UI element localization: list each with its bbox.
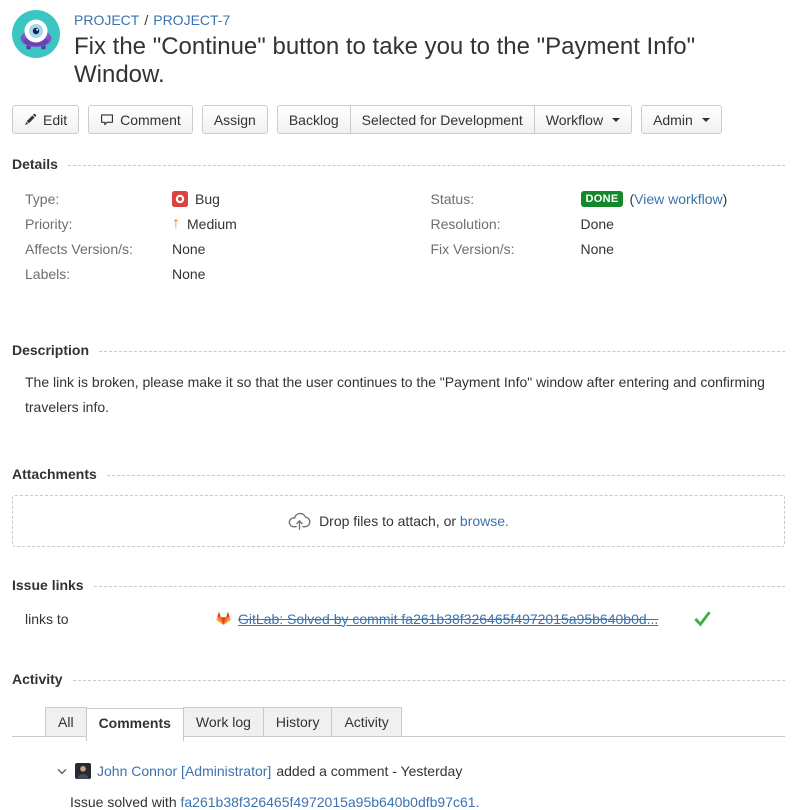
type-field: Type: Bug <box>12 186 399 211</box>
breadcrumb: PROJECT / PROJECT-7 <box>74 11 785 29</box>
pencil-icon <box>24 113 37 126</box>
type-value: Bug <box>195 191 220 207</box>
tab-history[interactable]: History <box>263 707 333 736</box>
status-field: Status: DONE (View workflow) <box>431 186 786 211</box>
fix-version-value: None <box>581 241 614 257</box>
comment-text: Issue solved with <box>70 794 177 810</box>
resolution-label: Resolution: <box>431 216 581 232</box>
description-heading: Description <box>12 342 89 358</box>
selected-for-development-label: Selected for Development <box>362 112 523 128</box>
fix-version-label: Fix Version/s: <box>431 241 581 257</box>
breadcrumb-separator: / <box>144 12 148 28</box>
details-heading: Details <box>12 156 58 172</box>
tab-all[interactable]: All <box>45 707 87 736</box>
caret-down-icon <box>612 118 620 122</box>
issue-header: PROJECT / PROJECT-7 Fix the "Continue" but… <box>0 0 797 89</box>
section-rule <box>94 586 785 587</box>
workflow-button-group: Backlog Selected for Development Workflo… <box>277 105 632 134</box>
bug-icon <box>172 191 188 207</box>
breadcrumb-project-link[interactable]: PROJECT <box>74 12 139 28</box>
assign-button[interactable]: Assign <box>202 105 268 134</box>
gitlab-icon <box>215 610 232 627</box>
comment-meta: added a comment - Yesterday <box>276 763 462 779</box>
workflow-dropdown-button[interactable]: Workflow <box>534 105 632 134</box>
comment-author-link[interactable]: John Connor [Administrator] <box>97 763 271 779</box>
tab-activity[interactable]: Activity <box>331 707 401 736</box>
admin-button-label: Admin <box>653 112 693 128</box>
description-section: Description The link is broken, please m… <box>12 342 785 420</box>
backlog-button-label: Backlog <box>289 112 339 128</box>
attachment-dropzone[interactable]: Drop files to attach, or browse. <box>12 495 785 547</box>
resolution-value: Done <box>581 216 614 232</box>
affects-version-value: None <box>172 241 205 257</box>
issue-links-section: Issue links links to GitLab: Solved by c… <box>12 577 785 627</box>
caret-down-icon <box>702 118 710 122</box>
commit-hash-link[interactable]: fa261b38f326465f4972015a95b640b0dfb97c61… <box>181 794 480 810</box>
paren-close: ) <box>723 191 728 207</box>
details-section: Details Type: Bug Priority: ↑ Medium <box>12 156 785 286</box>
attachments-section: Attachments Drop files to attach, or bro… <box>12 466 785 547</box>
attachments-heading: Attachments <box>12 466 97 482</box>
section-rule <box>107 475 785 476</box>
resolved-check-icon <box>694 610 711 627</box>
speech-bubble-icon <box>100 113 114 127</box>
activity-heading: Activity <box>12 671 63 687</box>
link-relation-label: links to <box>25 611 215 627</box>
description-text: The link is broken, please make it so th… <box>25 370 777 420</box>
comment-body: Issue solved with fa261b38f326465f497201… <box>70 794 773 810</box>
admin-dropdown-button[interactable]: Admin <box>641 105 722 134</box>
activity-tab-bar: All Comments Work log History Activity <box>12 707 785 737</box>
backlog-button[interactable]: Backlog <box>277 105 350 134</box>
status-badge: DONE <box>581 191 624 207</box>
issue-toolbar: Edit Comment Assign Backlog Selected for… <box>12 105 785 134</box>
affects-version-label: Affects Version/s: <box>12 241 172 257</box>
type-label: Type: <box>12 191 172 207</box>
issue-link-row: links to GitLab: Solved by commit fa261b… <box>12 610 785 627</box>
project-avatar-icon <box>12 10 60 58</box>
cloud-upload-icon <box>288 512 311 530</box>
activity-section: Activity All Comments Work log History A… <box>12 671 785 810</box>
edit-button[interactable]: Edit <box>12 105 79 134</box>
edit-button-label: Edit <box>43 112 67 128</box>
status-label: Status: <box>431 191 581 207</box>
gitlab-commit-link[interactable]: GitLab: Solved by commit fa261b38f326465… <box>238 611 658 627</box>
comment-button-label: Comment <box>120 112 181 128</box>
labels-field: Labels: None <box>12 261 399 286</box>
comment-button[interactable]: Comment <box>88 105 193 134</box>
labels-label: Labels: <box>12 266 172 282</box>
fix-version-field: Fix Version/s: None <box>431 236 786 261</box>
priority-value: Medium <box>187 216 237 232</box>
chevron-down-icon[interactable] <box>57 768 67 775</box>
arrow-up-icon: ↑ <box>172 216 180 232</box>
selected-for-development-button[interactable]: Selected for Development <box>350 105 534 134</box>
section-rule <box>68 165 785 166</box>
comment-item: John Connor [Administrator] added a comm… <box>57 763 773 810</box>
assign-button-label: Assign <box>214 112 256 128</box>
workflow-button-label: Workflow <box>546 112 603 128</box>
browse-link[interactable]: browse. <box>460 513 509 529</box>
labels-value: None <box>172 266 205 282</box>
view-workflow-link[interactable]: View workflow <box>634 191 722 207</box>
section-rule <box>99 351 785 352</box>
priority-field: Priority: ↑ Medium <box>12 211 399 236</box>
breadcrumb-issue-link[interactable]: PROJECT-7 <box>153 12 230 28</box>
section-rule <box>73 680 785 681</box>
dropzone-text: Drop files to attach, or <box>319 513 456 529</box>
affects-version-field: Affects Version/s: None <box>12 236 399 261</box>
page-title: Fix the "Continue" button to take you to… <box>74 33 785 89</box>
tab-comments[interactable]: Comments <box>86 708 184 741</box>
issue-links-heading: Issue links <box>12 577 84 593</box>
resolution-field: Resolution: Done <box>431 211 786 236</box>
user-photo-avatar <box>75 763 91 779</box>
tab-work-log[interactable]: Work log <box>183 707 264 736</box>
priority-label: Priority: <box>12 216 172 232</box>
